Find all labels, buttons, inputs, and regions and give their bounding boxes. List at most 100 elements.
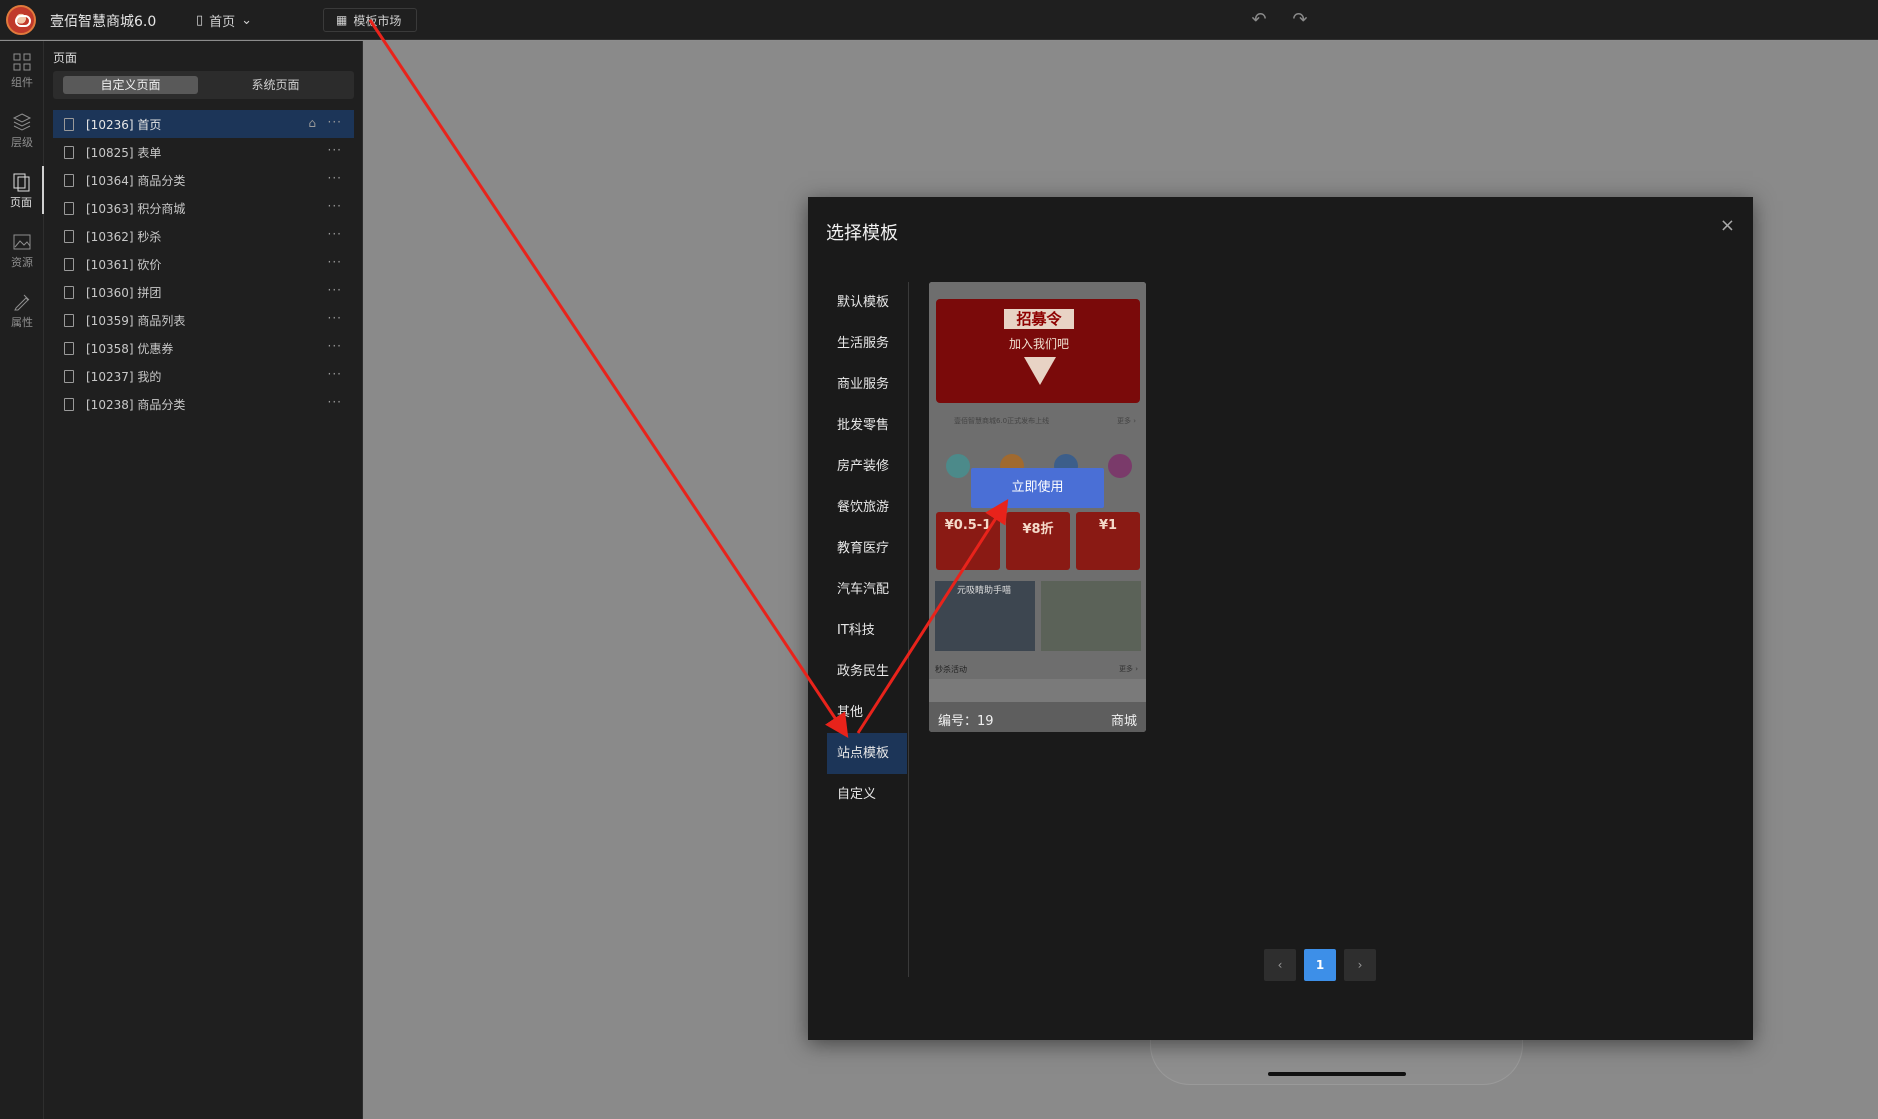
banner-line1: 招募令 (1004, 309, 1074, 329)
page-select[interactable]: ▯ 首页 ⌄ (196, 11, 252, 30)
rail-item-layers[interactable]: 层级 (0, 106, 44, 154)
page-list-item[interactable]: [10358] 优惠券 ··· (53, 334, 354, 362)
grid-icon (13, 53, 31, 71)
layers-icon (12, 113, 32, 131)
page-label: [10364] 商品分类 (86, 173, 186, 188)
notice-more: 更多 › (1116, 417, 1136, 425)
redo-icon[interactable]: ↷ (1289, 9, 1311, 31)
undo-icon[interactable]: ↶ (1248, 9, 1270, 31)
close-icon[interactable]: × (1720, 215, 1735, 236)
chevron-down-icon: ⌄ (241, 13, 253, 28)
page-label: [10359] 商品列表 (86, 313, 186, 328)
document-icon (64, 342, 74, 355)
rail-label: 资源 (11, 256, 33, 269)
document-icon (64, 370, 74, 383)
thumb-tabbar (929, 679, 1146, 702)
page-label: [10360] 拼团 (86, 285, 162, 300)
select-template-modal: 选择模板 × 默认模板 生活服务 商业服务 批发零售 房产装修 餐饮旅游 教育医疗 汽车汽配 I… (808, 197, 1753, 1040)
more-icon[interactable]: ··· (328, 227, 342, 241)
app-title: 壹佰智慧商城6.0 (50, 14, 157, 30)
rail-item-pages[interactable]: 页面 (0, 166, 44, 214)
category-item[interactable]: 教育医疗 (827, 528, 907, 569)
category-item[interactable]: IT科技 (827, 610, 907, 651)
home-icon[interactable]: ⌂ (308, 116, 316, 130)
rail-item-properties[interactable]: 属性 (0, 286, 44, 334)
tab-custom-pages[interactable]: 自定义页面 (63, 76, 198, 94)
document-icon (64, 314, 74, 327)
thumb-photo (1041, 581, 1141, 651)
use-now-button[interactable]: 立即使用 (971, 468, 1104, 508)
category-item[interactable]: 自定义 (827, 774, 907, 815)
thumb-photos: 元吸睛助手喵 (935, 581, 1141, 651)
rail-item-components[interactable]: 组件 (0, 46, 44, 94)
page-label: [10236] 首页 (86, 117, 162, 132)
category-item[interactable]: 生活服务 (827, 323, 907, 364)
document-icon (64, 118, 74, 131)
divider (908, 282, 909, 977)
page-list-item[interactable]: [10236] 首页 ⌂ ··· (53, 110, 354, 138)
document-icon (64, 230, 74, 243)
template-type: 商城 (1110, 714, 1137, 729)
more-icon[interactable]: ··· (328, 367, 342, 381)
page-list-item[interactable]: [10825] 表单 ··· (53, 138, 354, 166)
category-icon (946, 454, 970, 478)
more-icon[interactable]: ··· (328, 311, 342, 325)
category-item[interactable]: 默认模板 (827, 282, 907, 323)
page-label: [10363] 积分商城 (86, 201, 186, 216)
promo-text: 元吸睛助手喵 (957, 586, 1012, 596)
category-item[interactable]: 其他 (827, 692, 907, 733)
rail-label: 层级 (11, 136, 33, 149)
prev-page-button[interactable]: ‹ (1264, 949, 1296, 981)
document-icon (64, 286, 74, 299)
page-list-item[interactable]: [10237] 我的 ··· (53, 362, 354, 390)
more-icon[interactable]: ··· (328, 171, 342, 185)
category-item[interactable]: 餐饮旅游 (827, 487, 907, 528)
more-icon[interactable]: ··· (328, 395, 342, 409)
category-item[interactable]: 汽车汽配 (827, 569, 907, 610)
banner-line2: 加入我们吧 (1008, 337, 1069, 351)
more-icon[interactable]: ··· (328, 143, 342, 157)
page-list-item[interactable]: [10363] 积分商城 ··· (53, 194, 354, 222)
template-market-button[interactable]: ▦ 模板市场 (323, 8, 417, 32)
document-icon (64, 174, 74, 187)
coupon: ¥1 (1076, 512, 1140, 570)
page-icon: ▯ (196, 13, 204, 28)
section-title: 秒杀活动 (935, 665, 967, 674)
page-list-item[interactable]: [10359] 商品列表 ··· (53, 306, 354, 334)
template-number: 编号：19 (938, 714, 994, 729)
page-list-item[interactable]: [10360] 拼团 ··· (53, 278, 354, 306)
more-icon[interactable]: ··· (328, 255, 342, 269)
notice-text: 壹佰智慧商城6.0正式发布上线 (954, 417, 1050, 425)
page-list-item[interactable]: [10238] 商品分类 ··· (53, 390, 354, 418)
next-page-button[interactable]: › (1344, 949, 1376, 981)
category-item[interactable]: 房产装修 (827, 446, 907, 487)
tab-system-pages[interactable]: 系统页面 (208, 76, 343, 94)
app-logo (6, 5, 36, 35)
coupon: ¥8折 (1006, 512, 1070, 570)
more-icon[interactable]: ··· (328, 283, 342, 297)
left-rail: 组件 层级 页面 资源 属性 (0, 41, 44, 1119)
edit-icon (14, 294, 30, 311)
rail-item-resources[interactable]: 资源 (0, 226, 44, 274)
page-label: [10237] 我的 (86, 369, 162, 384)
document-icon (64, 202, 74, 215)
category-item[interactable]: 站点模板 (827, 733, 907, 774)
category-item[interactable]: 政务民生 (827, 651, 907, 692)
more-icon[interactable]: ··· (328, 115, 342, 129)
rail-label: 组件 (11, 76, 33, 89)
banner-triangle (1024, 357, 1056, 385)
panel-title: 页面 (53, 51, 78, 65)
pages-panel: 页面 自定义页面 系统页面 [10236] 首页 ⌂ ··· [10825] 表单 ··… (44, 41, 363, 1119)
page-list-item[interactable]: [10361] 砍价 ··· (53, 250, 354, 278)
category-item[interactable]: 商业服务 (827, 364, 907, 405)
template-market-label: 模板市场 (353, 13, 402, 28)
more-icon[interactable]: ··· (328, 199, 342, 213)
more-icon[interactable]: ··· (328, 339, 342, 353)
page-list-item[interactable]: [10364] 商品分类 ··· (53, 166, 354, 194)
page-button[interactable]: 1 (1304, 949, 1336, 981)
category-item[interactable]: 批发零售 (827, 405, 907, 446)
page-list-item[interactable]: [10362] 秒杀 ··· (53, 222, 354, 250)
image-icon (13, 234, 31, 250)
rail-label: 页面 (10, 196, 32, 209)
document-icon (64, 258, 74, 271)
